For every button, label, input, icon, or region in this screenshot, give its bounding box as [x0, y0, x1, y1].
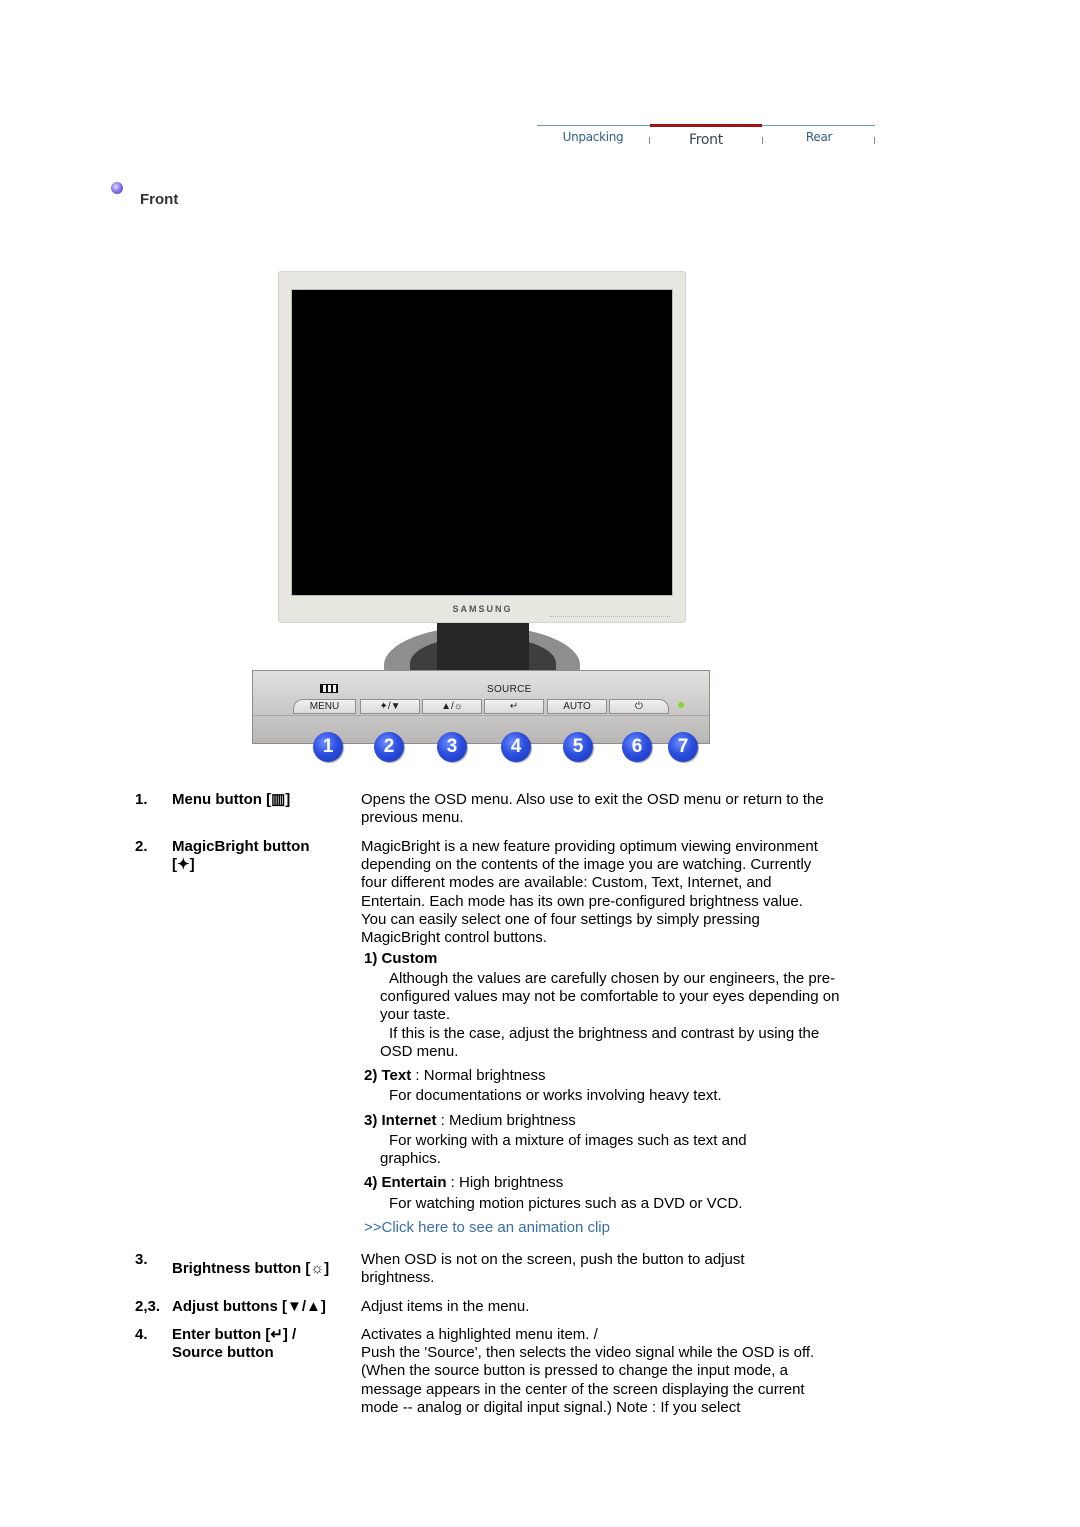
- nav-separator: [874, 137, 875, 144]
- item-number: 2.: [135, 838, 148, 855]
- item-term-menu: Menu button [▥]: [172, 791, 291, 808]
- item-desc-adjust: Adjust items in the menu.: [361, 1298, 530, 1315]
- item-number: 1.: [135, 791, 148, 808]
- menu-button[interactable]: MENU: [293, 699, 356, 714]
- section-title: Front: [140, 191, 179, 208]
- mode-title-entertain: 4) Entertain : High brightness: [364, 1174, 563, 1192]
- mode-name: 1) Custom: [364, 950, 438, 967]
- desc-line: Push the 'Source', then selects the vide…: [361, 1344, 815, 1416]
- mode-name: 2) Text: [364, 1067, 412, 1084]
- mode-desc-text: For documentations or works involving he…: [389, 1087, 722, 1104]
- item-number: 2,3.: [135, 1298, 161, 1315]
- mode-desc-entertain: For watching motion pictures such as a D…: [389, 1195, 743, 1212]
- item-number: 3.: [135, 1251, 148, 1268]
- mode-title-internet: 3) Internet : Medium brightness: [364, 1112, 576, 1130]
- brand-logo: SAMSUNG: [452, 604, 513, 614]
- item-desc-menu: Opens the OSD menu. Also use to exit the…: [361, 791, 824, 827]
- nav-active-indicator: [650, 124, 762, 127]
- auto-button[interactable]: AUTO: [547, 699, 607, 714]
- enter-source-button[interactable]: ↵: [484, 699, 544, 714]
- tab-front[interactable]: Front: [650, 132, 762, 148]
- callout-4: 4: [501, 732, 531, 762]
- mode-title-custom: 1) Custom: [364, 950, 437, 968]
- mode-title-text: 2) Text : Normal brightness: [364, 1067, 545, 1085]
- item-desc-magicbright: MagicBright is a new feature providing o…: [361, 838, 818, 947]
- tab-rear[interactable]: Rear: [763, 130, 875, 144]
- power-button[interactable]: ⏻: [609, 699, 669, 714]
- bezel-markings: [550, 610, 670, 617]
- mode-level: : Medium brightness: [436, 1112, 576, 1129]
- mode-name: 4) Entertain: [364, 1174, 447, 1191]
- item-term-enter-source: Enter button [↵] / Source button: [172, 1326, 362, 1362]
- mode-level: : Normal brightness: [411, 1067, 546, 1084]
- top-nav: Unpacking Front Rear: [537, 124, 875, 156]
- mode-name: 3) Internet: [364, 1112, 437, 1129]
- callout-2: 2: [374, 732, 404, 762]
- desc-line: Activates a highlighted menu item. /: [361, 1326, 598, 1343]
- item-term-magicbright: MagicBright button [✦]: [172, 838, 352, 874]
- tab-unpacking[interactable]: Unpacking: [537, 130, 649, 144]
- source-label: SOURCE: [487, 684, 532, 695]
- mode-level: : High brightness: [446, 1174, 564, 1191]
- term-line: [✦]: [172, 856, 195, 873]
- menu-icon: [320, 684, 338, 693]
- animation-clip-link[interactable]: >>Click here to see an animation clip: [364, 1219, 610, 1237]
- callout-1: 1: [313, 732, 343, 762]
- term-line: MagicBright button: [172, 838, 310, 855]
- callout-7: 7: [668, 732, 698, 762]
- item-desc-brightness: When OSD is not on the screen, push the …: [361, 1251, 745, 1287]
- callout-6: 6: [622, 732, 652, 762]
- monitor-screen: [291, 289, 673, 596]
- callout-5: 5: [563, 732, 593, 762]
- item-desc-enter-source: Activates a highlighted menu item. / Pus…: [361, 1326, 846, 1417]
- up-brightness-button[interactable]: ▲/☼: [422, 699, 482, 714]
- item-term-adjust: Adjust buttons [▼/▲]: [172, 1298, 326, 1315]
- item-number: 4.: [135, 1326, 148, 1343]
- mode-desc-custom-2: If this is the case, adjust the brightne…: [380, 1025, 820, 1061]
- monitor-stand-neck: [437, 623, 529, 675]
- bullet-icon: [111, 182, 123, 194]
- mode-desc-internet: For working with a mixture of images suc…: [380, 1132, 747, 1168]
- term-line: Enter button [↵] /: [172, 1326, 297, 1343]
- panel-divider: [253, 715, 709, 716]
- term-line: Source button: [172, 1344, 274, 1361]
- mode-desc-custom-1: Although the values are carefully chosen…: [380, 970, 840, 1024]
- item-term-brightness: Brightness button [☼]: [172, 1260, 330, 1277]
- magicbright-down-button[interactable]: ✦/▼: [360, 699, 420, 714]
- callout-3: 3: [437, 732, 467, 762]
- power-indicator-led: [678, 702, 684, 708]
